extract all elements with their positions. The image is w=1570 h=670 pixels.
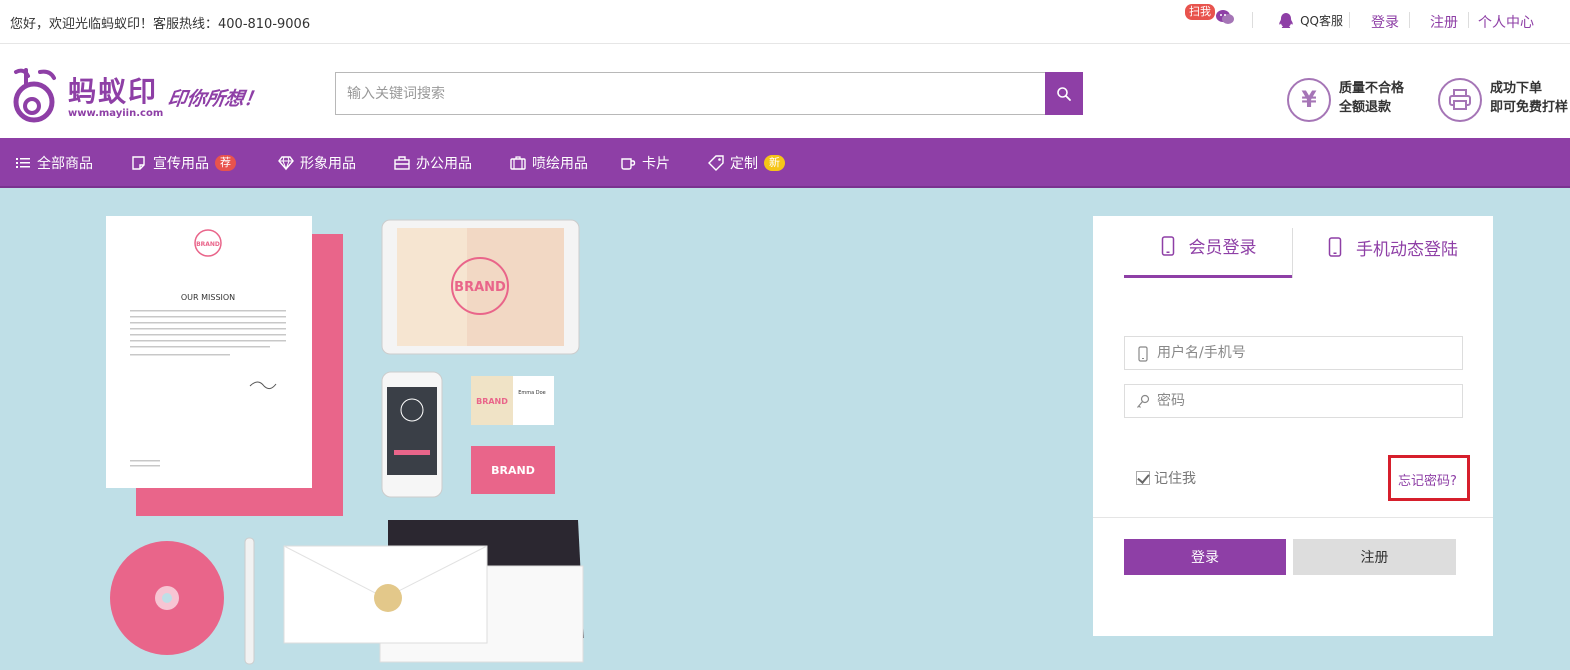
welcome-text: 您好，欢迎光临蚂蚁印！客服热线：400-810-9006 bbox=[10, 17, 311, 32]
username-field bbox=[1124, 336, 1463, 370]
tag-icon bbox=[708, 155, 724, 171]
wechat-icon[interactable] bbox=[1216, 9, 1234, 25]
mobile-icon bbox=[1138, 346, 1148, 362]
logo-url: www.mayiin.com bbox=[68, 108, 164, 119]
list-icon bbox=[16, 158, 30, 168]
nav-label: 宣传用品 bbox=[153, 156, 209, 172]
search-bar bbox=[335, 72, 1083, 115]
top-login-link[interactable]: 登录 bbox=[1371, 12, 1399, 32]
promise-refund-line2: 全额退款 bbox=[1339, 100, 1392, 115]
key-icon bbox=[1137, 394, 1150, 408]
search-input[interactable] bbox=[335, 72, 1045, 115]
qq-icon bbox=[1279, 12, 1293, 28]
printer-icon bbox=[1438, 78, 1482, 122]
card-brand: BRAND bbox=[476, 397, 508, 406]
yen-icon: ¥ bbox=[1287, 78, 1331, 122]
nav-label: 卡片 bbox=[642, 156, 670, 172]
nav-item-office[interactable]: 办公用品 bbox=[394, 138, 472, 188]
header: 蚂蚁印 www.mayiin.com 印你所想！ ¥ 质量不合格 全额退款 成 bbox=[0, 44, 1570, 138]
nav-label: 全部商品 bbox=[37, 156, 93, 172]
top-register-link[interactable]: 注册 bbox=[1430, 12, 1458, 32]
suitcase-icon bbox=[510, 156, 526, 170]
tab-member-label: 会员登录 bbox=[1188, 238, 1257, 258]
top-bar: 您好，欢迎光临蚂蚁印！客服热线：400-810-9006 扫我 QQ客服 登录 … bbox=[0, 0, 1570, 44]
tablet-brand: BRAND bbox=[454, 280, 506, 295]
promise-refund: ¥ 质量不合格 全额退款 bbox=[1287, 78, 1427, 122]
separator bbox=[1349, 12, 1350, 28]
register-button[interactable]: 注册 bbox=[1293, 539, 1456, 575]
phone-screen bbox=[387, 387, 437, 475]
qq-label: QQ客服 bbox=[1300, 14, 1343, 28]
separator bbox=[1252, 12, 1253, 28]
promise-sample-line1: 成功下单 bbox=[1490, 81, 1543, 96]
login-button[interactable]: 登录 bbox=[1124, 539, 1286, 575]
category-nav: 全部商品 宣传用品 荐 形象用品 办公用品 喷绘用品 卡片 定制 新 bbox=[0, 138, 1570, 188]
nav-label: 办公用品 bbox=[416, 156, 472, 172]
card-name: Emma Doe bbox=[518, 390, 546, 396]
scan-badge[interactable]: 扫我 bbox=[1185, 4, 1215, 20]
note-icon bbox=[132, 156, 145, 170]
logo-text: 蚂蚁印 bbox=[68, 75, 159, 108]
promise-refund-line1: 质量不合格 bbox=[1339, 81, 1405, 96]
nav-label: 形象用品 bbox=[300, 156, 356, 172]
nav-item-inkjet[interactable]: 喷绘用品 bbox=[510, 138, 588, 188]
search-icon bbox=[1057, 86, 1071, 101]
forgot-password-link[interactable]: 忘记密码? bbox=[1398, 470, 1457, 489]
cup-icon bbox=[621, 158, 636, 170]
nav-item-image[interactable]: 形象用品 bbox=[278, 138, 356, 188]
password-input[interactable] bbox=[1157, 385, 1457, 417]
phone-icon bbox=[1161, 235, 1174, 256]
letterhead-brand: BRAND bbox=[196, 241, 220, 248]
username-input[interactable] bbox=[1157, 337, 1457, 369]
recommend-badge: 荐 bbox=[215, 155, 236, 171]
letterhead-paper bbox=[106, 216, 312, 488]
remember-checkbox[interactable] bbox=[1136, 471, 1150, 485]
qq-service-link[interactable]: QQ客服 bbox=[1277, 10, 1343, 30]
divider bbox=[1093, 517, 1493, 518]
separator bbox=[1409, 12, 1410, 28]
promise-free-sample: 成功下单 即可免费打样 bbox=[1438, 78, 1570, 122]
user-center-link[interactable]: 个人中心 bbox=[1478, 12, 1534, 32]
slogan: 印你所想！ bbox=[166, 88, 265, 110]
nav-item-custom[interactable]: 定制 新 bbox=[708, 138, 785, 188]
nav-item-promotional[interactable]: 宣传用品 荐 bbox=[131, 138, 236, 188]
promise-sample-line2: 即可免费打样 bbox=[1490, 100, 1569, 115]
ant-logo-icon bbox=[13, 68, 56, 123]
card-front-brand: BRAND bbox=[491, 464, 535, 477]
remember-label: 记住我 bbox=[1154, 471, 1196, 487]
phone-icon bbox=[1328, 237, 1342, 257]
search-button[interactable] bbox=[1045, 72, 1083, 115]
diamond-icon bbox=[278, 156, 294, 171]
tab-mobile-login[interactable]: 手机动态登陆 bbox=[1293, 216, 1493, 278]
tab-mobile-label: 手机动态登陆 bbox=[1356, 239, 1458, 260]
nav-item-cards[interactable]: 卡片 bbox=[620, 138, 670, 188]
password-field bbox=[1124, 384, 1463, 418]
briefcase-icon bbox=[394, 156, 410, 170]
pen bbox=[244, 537, 255, 665]
nav-label: 定制 bbox=[730, 156, 758, 172]
tab-member-login[interactable]: 会员登录 bbox=[1124, 216, 1293, 278]
nav-item-all-products[interactable]: 全部商品 bbox=[15, 138, 93, 188]
login-panel: 会员登录 手机动态登陆 记住我 忘记密码? 登录 注册 bbox=[1093, 216, 1493, 636]
new-badge: 新 bbox=[764, 155, 785, 171]
remember-me[interactable]: 记住我 bbox=[1136, 468, 1196, 488]
mission-title: OUR MISSION bbox=[181, 293, 235, 302]
brand-stationery-mockup: BRAND OUR MISSION BRAND BRAND Emma Doe B… bbox=[106, 216, 584, 665]
nav-label: 喷绘用品 bbox=[532, 156, 588, 172]
envelope-seal bbox=[374, 584, 402, 612]
logo[interactable]: 蚂蚁印 www.mayiin.com bbox=[10, 66, 164, 124]
separator bbox=[1468, 12, 1469, 28]
